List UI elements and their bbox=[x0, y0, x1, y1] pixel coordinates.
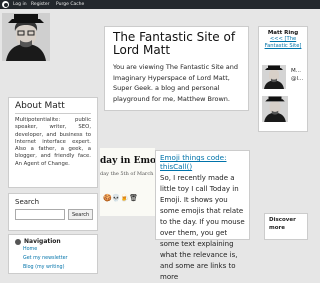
thumb-title: oday in Emo bbox=[100, 156, 155, 166]
avatar-portrait-icon bbox=[2, 13, 50, 61]
webring-next-link[interactable]: Fantastic Site] bbox=[262, 43, 304, 50]
secondary-avatar[interactable] bbox=[262, 96, 288, 122]
about-divider bbox=[15, 113, 91, 114]
search-button[interactable]: Search bbox=[68, 209, 94, 220]
site-title[interactable]: The Fantastic Site of Lord Matt bbox=[113, 31, 240, 57]
author-card[interactable]: M... @l... bbox=[262, 65, 306, 89]
register-link[interactable]: Register bbox=[31, 0, 50, 9]
search-label: Search bbox=[15, 198, 40, 206]
thumb-date: day the 5th of March bbox=[100, 171, 154, 177]
author-avatar bbox=[262, 65, 286, 89]
about-text: Multipotentialite: public speaker, write… bbox=[15, 117, 91, 167]
site-avatar[interactable] bbox=[2, 13, 50, 61]
navigation-heading: Navigation bbox=[24, 238, 61, 245]
nav-item-home[interactable]: Home bbox=[23, 245, 91, 254]
avatar-portrait-icon bbox=[262, 96, 288, 122]
author-handle: @l... bbox=[291, 76, 304, 82]
post-thumbnail[interactable]: oday in Emo day the 5th of March 🍪💀🍺🗑 bbox=[100, 148, 155, 216]
nav-item-blog[interactable]: Blog (my writing) bbox=[23, 263, 91, 272]
search-input[interactable] bbox=[15, 209, 65, 220]
search-widget: Search Search bbox=[8, 193, 98, 231]
post-excerpt: So, I recently made a little toy I call … bbox=[160, 174, 245, 281]
wordpress-icon bbox=[15, 238, 21, 245]
discover-more-label: Discover more bbox=[269, 217, 296, 231]
discover-more-box[interactable]: Discover more bbox=[264, 213, 308, 240]
login-link[interactable]: Log in bbox=[13, 0, 27, 9]
navigation-widget: Navigation Home Get my newsletter Blog (… bbox=[8, 234, 98, 274]
navigation-header[interactable]: Navigation bbox=[15, 238, 91, 245]
author-name: M... bbox=[291, 68, 301, 74]
right-sidebar: Matt Ring <<< [The Fantastic Site] M... … bbox=[258, 26, 308, 132]
purge-cache-link[interactable]: Purge Cache bbox=[56, 0, 84, 9]
about-heading: About Matt bbox=[15, 101, 65, 111]
site-description: You are viewing The Fantastic Site and I… bbox=[113, 63, 239, 103]
post-card: Emoji things code: thisCall() So, I rece… bbox=[155, 150, 250, 281]
thumb-emojis: 🍪💀🍺🗑 bbox=[103, 194, 139, 202]
avatar-portrait-icon bbox=[262, 65, 286, 89]
about-widget: About Matt Multipotentialite: public spe… bbox=[8, 97, 98, 188]
wordpress-logo-icon[interactable] bbox=[2, 1, 9, 8]
admin-bar: Log in Register Purge Cache bbox=[0, 0, 320, 9]
post-title-link[interactable]: Emoji things code: thisCall() bbox=[160, 153, 245, 171]
site-header-panel: The Fantastic Site of Lord Matt You are … bbox=[104, 26, 249, 111]
nav-item-newsletter[interactable]: Get my newsletter bbox=[23, 254, 91, 263]
